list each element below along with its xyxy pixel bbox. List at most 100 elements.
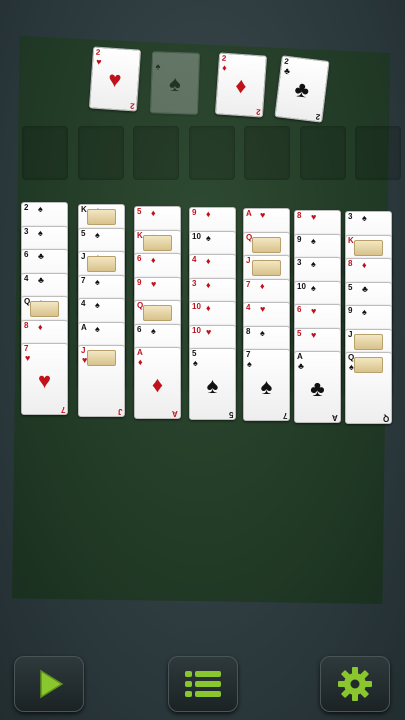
free-cell[interactable] [244, 126, 290, 180]
card-rank: 5 [81, 228, 86, 238]
card-rank: 5 [348, 282, 353, 292]
card-suit-pip: ♠ [38, 227, 43, 238]
card-rank: A [246, 209, 252, 218]
card-rank-bottom: 7 [60, 405, 65, 414]
card-suit-pip: ♣ [283, 65, 291, 77]
card-suit-pip: ♠ [95, 323, 100, 334]
card-suit-pip: ♥ [260, 210, 266, 220]
play-button[interactable] [14, 656, 84, 712]
card-suit-pip: ♣ [38, 274, 44, 285]
card-suit-pip: ♣ [298, 361, 304, 371]
card-suit-pip: ♠ [151, 325, 156, 336]
card-rank: 6 [137, 254, 142, 263]
card-rank: 9 [192, 208, 197, 217]
card-suit-pip: ♠ [155, 61, 161, 72]
menu-button[interactable] [168, 656, 238, 712]
card-suit-pip: ♠ [311, 282, 316, 293]
playing-card[interactable]: 5 ♠ ♠ 5 [189, 348, 236, 420]
face-card-art [87, 256, 116, 272]
card-rank: 9 [137, 277, 142, 287]
face-card-art [30, 301, 59, 317]
card-rank: J [81, 346, 86, 355]
free-cell[interactable] [133, 126, 179, 180]
free-cell[interactable] [355, 126, 401, 180]
foundation-card[interactable]: 2 ♦ ♦ 2 [214, 52, 268, 118]
card-rank: 4 [24, 273, 29, 283]
playing-card[interactable]: Q ♠ Q [345, 352, 392, 424]
menu-icon [185, 671, 221, 697]
card-rank: J [246, 256, 251, 265]
playing-card[interactable]: J ♥ J [78, 345, 125, 417]
card-suit-pip: ♣ [362, 283, 368, 294]
card-suit-pip: ♥ [311, 329, 317, 340]
card-rank: A [137, 348, 143, 357]
card-rank: 8 [246, 326, 251, 336]
card-rank: 4 [246, 303, 251, 312]
card-rank: 8 [24, 320, 29, 330]
foundation-card[interactable]: 2 ♣ ♣ 2 [274, 55, 330, 123]
card-center-suit: ♠ [168, 70, 182, 97]
card-suit-pip: ♦ [206, 256, 211, 266]
card-suit-pip: ♥ [311, 306, 317, 316]
free-cell[interactable] [77, 126, 124, 180]
card-rank-bottom: 2 [314, 111, 321, 122]
card-rank: 3 [348, 212, 353, 221]
card-rank: 4 [81, 299, 86, 308]
card-rank: J [81, 252, 86, 261]
card-suit-pip: ♠ [95, 229, 100, 240]
foundation-card[interactable]: 2 ♥ ♥ 2 [88, 46, 142, 112]
playing-card[interactable]: A ♣ ♣ A [294, 351, 341, 423]
playing-card[interactable]: 7 ♠ ♠ 7 [243, 349, 290, 421]
card-rank-bottom: A [332, 413, 338, 422]
card-rank: 9 [297, 234, 302, 244]
card-suit-pip: ♦ [221, 62, 228, 73]
card-rank: 10 [192, 325, 201, 335]
card-rank-bottom: J [117, 407, 122, 416]
free-cell[interactable] [299, 126, 346, 180]
card-center-suit: ♥ [37, 368, 52, 393]
card-rank: 3 [297, 258, 302, 267]
card-center-suit: ♠ [260, 374, 273, 399]
card-rank: 5 [137, 207, 142, 216]
playing-card[interactable]: A ♦ ♦ A [134, 347, 181, 419]
card-suit-pip: ♥ [206, 326, 212, 337]
free-cell[interactable] [22, 126, 68, 180]
card-rank: 3 [24, 226, 29, 236]
face-card-art [354, 333, 383, 350]
gear-icon [338, 667, 372, 701]
playing-card[interactable]: 7 ♥ ♥ 7 [21, 343, 68, 415]
card-suit-pip: ♦ [206, 303, 211, 313]
card-rank: 8 [348, 259, 353, 268]
card-suit-pip: ♥ [260, 304, 266, 314]
card-suit-pip: ♦ [206, 279, 211, 290]
face-card-art [354, 357, 383, 373]
face-card-art [252, 236, 281, 253]
card-rank: 5 [192, 349, 197, 358]
card-rank: 3 [192, 278, 197, 288]
play-icon [40, 669, 64, 699]
card-rank: 9 [348, 306, 353, 315]
face-card-art [143, 305, 172, 321]
card-rank: J [348, 329, 353, 339]
card-rank: 6 [297, 305, 302, 314]
card-rank: K [137, 230, 143, 240]
card-rank: 7 [81, 275, 86, 285]
card-rank: 10 [192, 302, 201, 311]
card-center-suit: ♣ [310, 376, 325, 401]
card-suit-pip: ♦ [138, 357, 143, 367]
settings-button[interactable] [320, 656, 390, 712]
free-cell[interactable] [188, 126, 235, 180]
card-rank-bottom: 2 [129, 101, 135, 111]
face-card-art [354, 239, 383, 256]
card-suit-pip: ♠ [206, 232, 211, 243]
card-suit-pip: ♠ [38, 204, 43, 214]
card-suit-pip: ♥ [311, 212, 317, 222]
card-rank: 5 [297, 328, 302, 338]
card-center-suit: ♦ [151, 372, 164, 397]
card-rank: 10 [297, 281, 306, 291]
card-rank: K [348, 235, 354, 245]
empty-foundation-pile[interactable]: ♠ ♠ [149, 51, 201, 115]
card-suit-pip: ♦ [151, 208, 156, 218]
card-center-suit: ♠ [206, 373, 219, 398]
card-suit-pip: ♠ [193, 358, 198, 368]
